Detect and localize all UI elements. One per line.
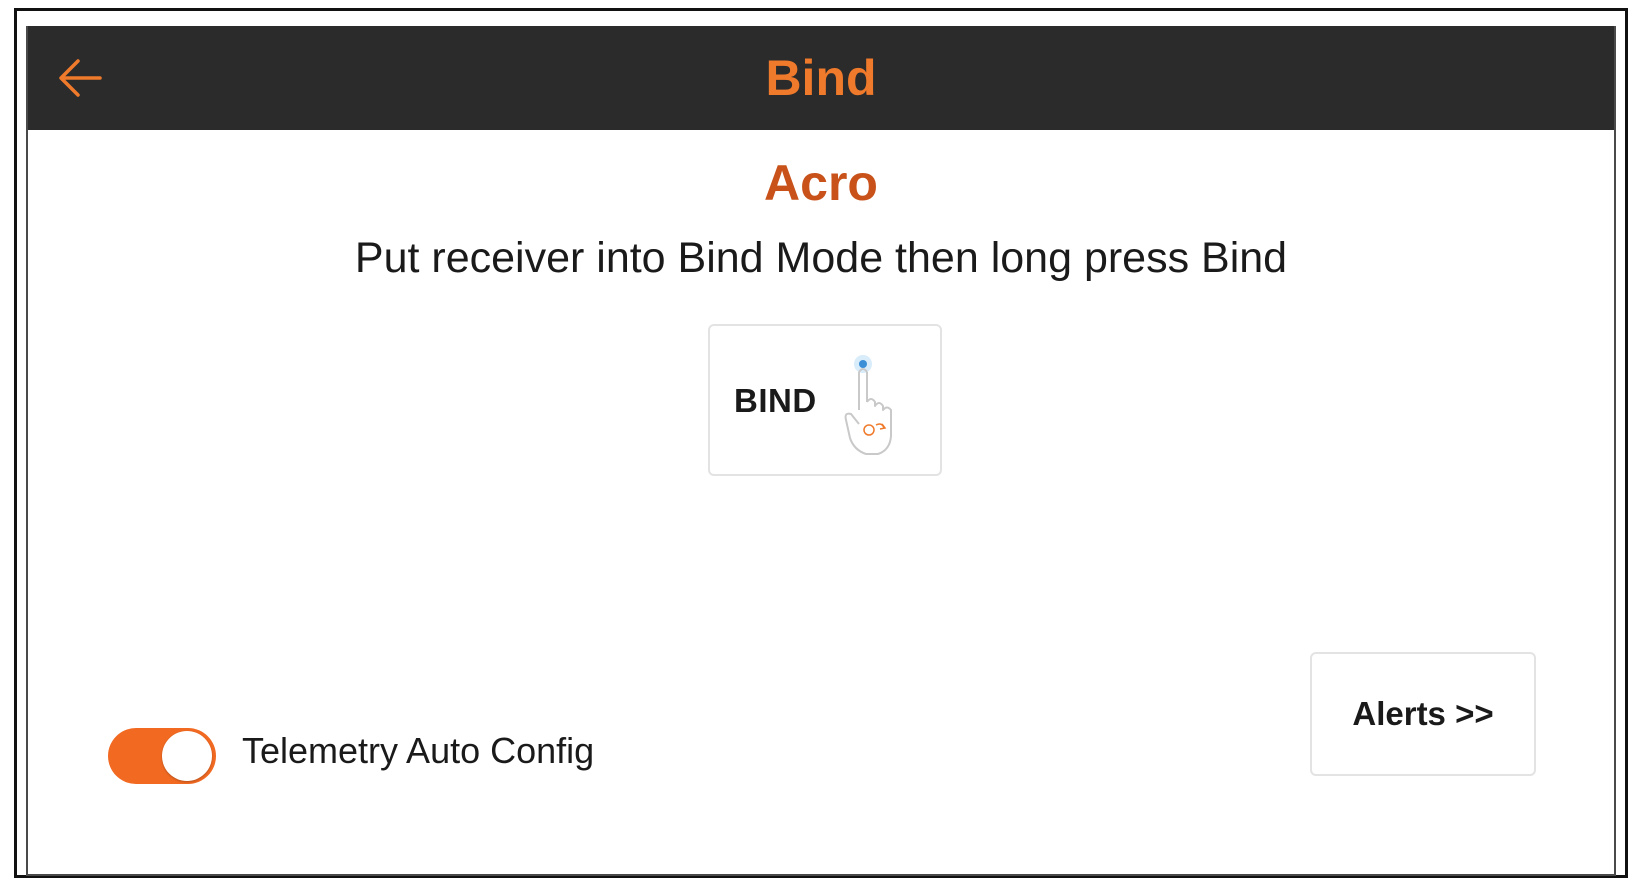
header-bar: Bind [28, 26, 1614, 130]
bind-screen: Bind Acro Put receiver into Bind Mode th… [26, 26, 1616, 876]
model-name: Acro [764, 155, 878, 211]
bind-button[interactable]: BIND [708, 324, 942, 476]
page-title: Bind [765, 50, 877, 106]
hand-press-icon [844, 355, 892, 455]
bind-button-label: BIND [734, 382, 817, 419]
telemetry-auto-config-label: Telemetry Auto Config [242, 730, 595, 771]
bind-instruction-text: Put receiver into Bind Mode then long pr… [354, 234, 1288, 282]
telemetry-auto-config-toggle[interactable] [108, 728, 216, 784]
toggle-knob [162, 731, 212, 781]
alerts-button[interactable]: Alerts >> [1310, 652, 1536, 776]
